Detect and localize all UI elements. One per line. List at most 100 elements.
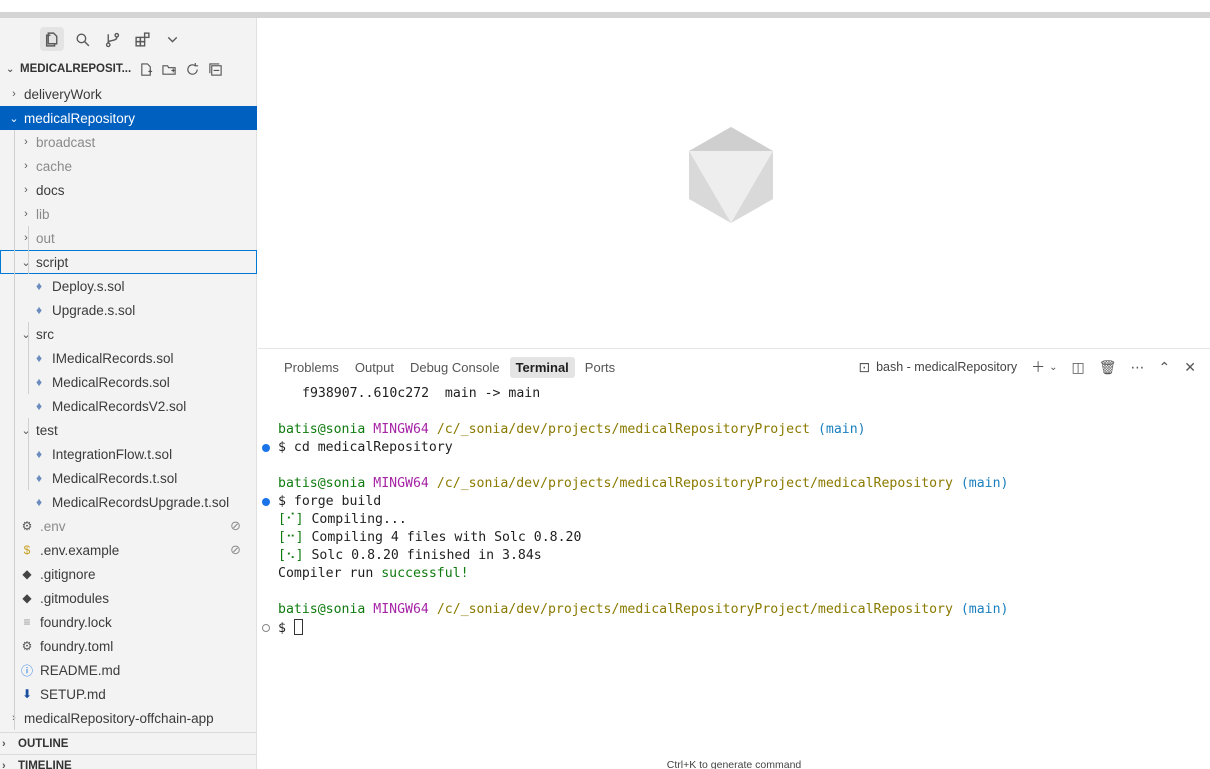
tree-item-label: MedicalRecordsUpgrade.t.sol: [52, 494, 230, 510]
solidity-file-icon: ♦: [35, 447, 43, 461]
indent-guide: [28, 226, 29, 274]
tree-folder[interactable]: › out: [0, 226, 257, 250]
new-folder-icon[interactable]: [162, 62, 177, 77]
tree-file[interactable]: ⓘ README.md: [0, 658, 257, 682]
close-icon[interactable]: ✕: [1184, 359, 1196, 376]
tree-file[interactable]: ♦ IntegrationFlow.t.sol: [0, 442, 257, 466]
extensions-icon[interactable]: [130, 27, 154, 51]
terminal-command: $ forge build: [258, 493, 1210, 511]
command-status-dot[interactable]: [262, 498, 270, 506]
command-status-dot[interactable]: [262, 444, 270, 452]
outline-section[interactable]: › OUTLINE: [0, 732, 257, 754]
tree-item-label: .gitmodules: [40, 590, 110, 606]
tree-item-label: medicalRepository: [24, 110, 136, 126]
terminal-prompt: batis@sonia MINGW64 /c/_sonia/dev/projec…: [278, 476, 1009, 491]
collapse-all-icon[interactable]: [208, 62, 223, 77]
source-control-icon[interactable]: [100, 27, 124, 51]
files-icon[interactable]: [40, 27, 64, 51]
tree-folder[interactable]: ⌄ src: [0, 322, 257, 346]
tree-item-label: docs: [36, 182, 65, 198]
terminal-output[interactable]: f938907..610c272 main -> main batis@soni…: [258, 385, 1210, 637]
split-icon[interactable]: ◫: [1072, 359, 1085, 376]
tree-item-label: MedicalRecordsV2.sol: [52, 398, 187, 414]
terminal-input-line[interactable]: $: [258, 619, 1210, 637]
maximize-icon[interactable]: ⌃: [1159, 359, 1171, 376]
explorer-root-header[interactable]: ⌄ MEDICALREPOSIT...: [0, 58, 257, 80]
tree-folder[interactable]: › deliveryWork: [0, 82, 257, 106]
tree-file[interactable]: ♦ IMedicalRecords.sol: [0, 346, 257, 370]
tree-item-label: IntegrationFlow.t.sol: [52, 446, 173, 462]
tree-item-label: cache: [36, 158, 73, 174]
chevron-right-icon: ›: [24, 136, 28, 148]
tree-file[interactable]: ◆ .gitmodules: [0, 586, 257, 610]
chevron-down-icon[interactable]: [160, 27, 184, 51]
tree-folder[interactable]: › docs: [0, 178, 257, 202]
tree-folder[interactable]: ⌄ test: [0, 418, 257, 442]
more-icon[interactable]: ⋯: [1131, 359, 1145, 376]
terminal-line: [⠢] Solc 0.8.20 finished in 3.84s: [278, 548, 542, 563]
terminal-selector[interactable]: ⊡ bash - medicalRepository: [858, 359, 1017, 376]
indent-guide: [28, 418, 29, 490]
tree-file[interactable]: $ .env.example ⊘: [0, 538, 257, 562]
chevron-down-icon[interactable]: ⌄: [1049, 362, 1057, 373]
refresh-icon[interactable]: [185, 62, 200, 77]
chevron-right-icon: ›: [24, 208, 28, 220]
tree-folder[interactable]: ›medicalRepository-offchain-app: [0, 706, 257, 730]
bottom-panel: Problems Output Debug Console Terminal Ports…: [258, 348, 1210, 769]
trash-icon[interactable]: 🗑: [1099, 359, 1117, 376]
tree-item-label: broadcast: [36, 134, 96, 150]
plus-icon[interactable]: ＋: [1031, 357, 1045, 377]
terminal-name: bash - medicalRepository: [876, 360, 1018, 374]
terminal-line: [⠒] Compiling 4 files with Solc 0.8.20: [278, 530, 582, 545]
tree-folder[interactable]: › lib: [0, 202, 257, 226]
tree-folder[interactable]: ⌄ script: [0, 250, 257, 274]
lines-file-icon: ≡: [23, 615, 31, 629]
tree-file[interactable]: ⬇ SETUP.md: [0, 682, 257, 706]
git-icon: ◆: [22, 567, 32, 581]
terminal-command: $ cd medicalRepository: [258, 439, 1210, 457]
timeline-section[interactable]: › TIMELINE: [0, 754, 257, 769]
tree-item-label: IMedicalRecords.sol: [52, 350, 174, 366]
gear-icon: ⚙: [21, 639, 33, 653]
terminal-line: [⠊] Compiling...: [278, 512, 407, 527]
tree-file[interactable]: ≡ foundry.lock: [0, 610, 257, 634]
generate-command-hint: Ctrl+K to generate command: [666, 759, 802, 769]
tree-item-label: deliveryWork: [24, 86, 102, 102]
tree-file[interactable]: ♦ Upgrade.s.sol: [0, 298, 257, 322]
tree-file[interactable]: ♦ MedicalRecordsUpgrade.t.sol: [0, 490, 257, 514]
tab-debug-console[interactable]: Debug Console: [404, 357, 506, 378]
panel-actions: ⊡ bash - medicalRepository ＋ ⌄ ◫ 🗑 ⋯ ⌃ ✕: [858, 357, 1196, 377]
tree-file[interactable]: ♦ Deploy.s.sol: [0, 274, 257, 298]
tree-folder[interactable]: ⌄ medicalRepository: [0, 106, 257, 130]
solidity-file-icon: ♦: [35, 279, 43, 293]
tree-file[interactable]: ♦ MedicalRecords.sol: [0, 370, 257, 394]
chevron-down-icon: ⌄: [9, 112, 19, 125]
tab-output[interactable]: Output: [349, 357, 400, 378]
tree-item-label: README.md: [40, 662, 121, 678]
tab-terminal[interactable]: Terminal: [509, 357, 575, 378]
tree-item-label: medicalRepository-offchain-app: [24, 710, 214, 726]
tree-folder[interactable]: › broadcast: [0, 130, 257, 154]
tab-ports[interactable]: Ports: [579, 357, 621, 378]
tree-file[interactable]: ♦ MedicalRecordsV2.sol: [0, 394, 257, 418]
terminal-cursor: [293, 619, 303, 635]
new-file-icon[interactable]: [139, 62, 154, 77]
solidity-file-icon: ♦: [35, 351, 43, 365]
search-icon[interactable]: [70, 27, 94, 51]
chevron-right-icon: ›: [2, 759, 6, 769]
tree-item-label: lib: [36, 206, 50, 222]
tree-file[interactable]: ♦ MedicalRecords.t.sol: [0, 466, 257, 490]
tree-file[interactable]: ⚙ .env ⊘: [0, 514, 257, 538]
tab-problems[interactable]: Problems: [278, 357, 345, 378]
tree-file[interactable]: ⚙ foundry.toml: [0, 634, 257, 658]
terminal-prompt: batis@sonia MINGW64 /c/_sonia/dev/projec…: [278, 422, 866, 437]
explorer-root-label: MEDICALREPOSIT...: [20, 63, 132, 75]
chevron-down-icon: ⌄: [21, 424, 31, 437]
chevron-down-icon: ⌄: [6, 63, 15, 75]
outline-label: OUTLINE: [18, 737, 69, 750]
timeline-label: TIMELINE: [18, 759, 72, 769]
tree-folder[interactable]: › cache: [0, 154, 257, 178]
tree-file[interactable]: ◆ .gitignore: [0, 562, 257, 586]
